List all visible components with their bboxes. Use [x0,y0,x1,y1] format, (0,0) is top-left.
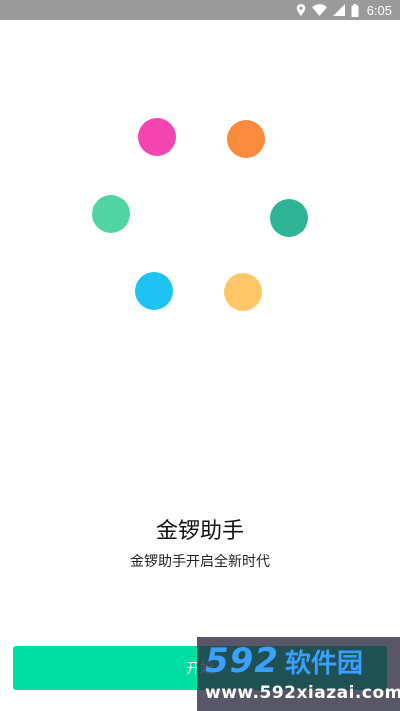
status-time: 6:05 [366,2,392,18]
battery-icon [351,3,359,17]
watermark-url: www.592xiazai.com [205,683,400,703]
pink-dot [138,118,176,156]
mint-dot [92,195,130,233]
watermark-number: 592 [205,641,279,681]
signal-icon [332,4,345,16]
yellow-dot [224,273,262,311]
watermark-brand: 592 软件园 [205,643,392,679]
wifi-icon [311,4,327,16]
teal-dot [270,199,308,237]
location-icon [296,4,306,16]
app-title: 金锣助手 [155,519,244,544]
app-subtitle: 金锣助手开启全新时代 [130,554,270,570]
orange-dot [227,120,265,158]
splash-screen: 6:05 金锣助手 金锣助手开启全新时代 开始 592 软件园 www.592x… [0,0,400,711]
watermark-overlay: 592 软件园 www.592xiazai.com [197,637,400,711]
watermark-name: 软件园 [284,649,363,679]
status-bar: 6:05 [0,0,400,20]
blue-dot [135,272,173,310]
